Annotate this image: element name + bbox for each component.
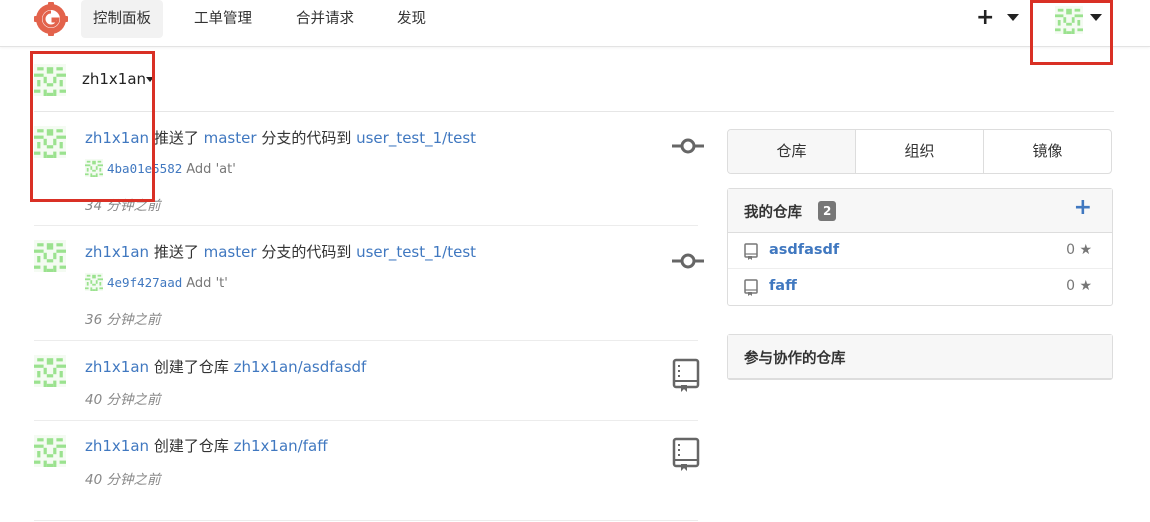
- tab-mirrors[interactable]: 镜像: [984, 130, 1111, 173]
- feed-repo-link[interactable]: zh1x1an/asdfasdf: [234, 358, 367, 376]
- feed-action-line: zh1x1an 创建了仓库 zh1x1an/asdfasdf: [85, 356, 366, 377]
- repo-list-item[interactable]: faff 0 ★: [728, 269, 1112, 305]
- feed-action-text: 推送了: [153, 243, 199, 261]
- repo-book-icon: [672, 437, 700, 471]
- feed-avatar: [34, 240, 66, 272]
- feed-action-text: 创建了仓库: [153, 358, 229, 376]
- commit-message: Add 'at': [186, 162, 236, 177]
- repo-stars: 0 ★: [1066, 242, 1092, 258]
- collab-repos-header: 参与协作的仓库: [728, 335, 1112, 379]
- star-count: 0: [1066, 278, 1075, 294]
- feed-action-text: 创建了仓库: [153, 437, 229, 455]
- feed-branch-link[interactable]: master: [204, 129, 257, 147]
- feed-repo-link[interactable]: zh1x1an/faff: [234, 437, 328, 455]
- commit-message: Add 't': [186, 276, 228, 291]
- star-count: 0: [1066, 242, 1075, 258]
- commit-icon: [672, 138, 704, 154]
- feed-repo-link[interactable]: user_test_1/test: [356, 243, 476, 261]
- feed-middle-text: 分支的代码到: [261, 243, 352, 261]
- feed-action-line: zh1x1an 创建了仓库 zh1x1an/faff: [85, 435, 328, 456]
- repo-icon: [744, 243, 758, 260]
- feed-avatar: [34, 355, 66, 387]
- tab-repositories[interactable]: 仓库: [728, 130, 856, 173]
- feed-item: zh1x1an 创建了仓库 zh1x1an/asdfasdf 40 分钟之前: [34, 341, 700, 421]
- feed-action-line: zh1x1an 推送了 master 分支的代码到 user_test_1/te…: [85, 241, 476, 262]
- repo-icon: [744, 279, 758, 296]
- my-repos-panel: 我的仓库 2 + asdfasdf 0 ★ faff 0 ★: [727, 188, 1113, 306]
- create-new-button[interactable]: +: [976, 5, 994, 31]
- feed-item: zh1x1an 创建了仓库 zh1x1an/faff 40 分钟之前: [34, 421, 700, 521]
- feed-timestamp: 40 分钟之前: [85, 392, 161, 408]
- feed-repo-link[interactable]: user_test_1/test: [356, 129, 476, 147]
- nav-pull-requests[interactable]: 合并请求: [284, 0, 366, 38]
- commit-icon: [672, 253, 704, 269]
- star-icon: ★: [1079, 242, 1092, 258]
- gogs-logo-icon[interactable]: [34, 2, 68, 36]
- repo-book-icon: [672, 358, 700, 392]
- nav-explore[interactable]: 发现: [385, 0, 438, 38]
- my-repos-header: 我的仓库 2 +: [728, 189, 1112, 233]
- feed-item: zh1x1an 推送了 master 分支的代码到 user_test_1/te…: [34, 226, 704, 341]
- repo-count-badge: 2: [818, 201, 837, 221]
- feed-user-link[interactable]: zh1x1an: [85, 437, 149, 455]
- highlight-box-context: [30, 51, 155, 202]
- my-repos-title: 我的仓库: [744, 205, 802, 221]
- commit-sha-link[interactable]: 4e9f427aad: [107, 275, 182, 290]
- add-repo-button[interactable]: +: [1074, 195, 1092, 220]
- nav-dashboard[interactable]: 控制面板: [81, 0, 163, 38]
- feed-branch-link[interactable]: master: [204, 243, 257, 261]
- repo-list-item[interactable]: asdfasdf 0 ★: [728, 233, 1112, 269]
- feed-user-link[interactable]: zh1x1an: [85, 358, 149, 376]
- nav-issues[interactable]: 工单管理: [182, 0, 264, 38]
- feed-timestamp: 40 分钟之前: [85, 472, 161, 488]
- repo-name-link[interactable]: faff: [769, 278, 797, 294]
- repo-tabs: 仓库 组织 镜像: [727, 129, 1112, 174]
- repo-stars: 0 ★: [1066, 278, 1092, 294]
- context-switcher[interactable]: zh1x1an: [34, 60, 1114, 112]
- repo-name-link[interactable]: asdfasdf: [769, 242, 839, 258]
- feed-action-text: 推送了: [153, 129, 199, 147]
- commit-avatar: [85, 273, 103, 291]
- commit-row: 4e9f427aad Add 't': [85, 275, 228, 291]
- feed-avatar: [34, 435, 66, 467]
- tab-organizations[interactable]: 组织: [856, 130, 984, 173]
- feed-timestamp: 36 分钟之前: [85, 312, 161, 328]
- star-icon: ★: [1079, 278, 1092, 294]
- collab-repos-panel: 参与协作的仓库: [727, 334, 1113, 380]
- top-navbar: 控制面板 工单管理 合并请求 发现 +: [0, 0, 1150, 47]
- create-dropdown-caret-icon[interactable]: [1007, 14, 1019, 21]
- feed-middle-text: 分支的代码到: [261, 129, 352, 147]
- feed-user-link[interactable]: zh1x1an: [85, 243, 149, 261]
- collab-repos-title: 参与协作的仓库: [744, 351, 846, 367]
- highlight-box-user-menu: [1030, 0, 1113, 65]
